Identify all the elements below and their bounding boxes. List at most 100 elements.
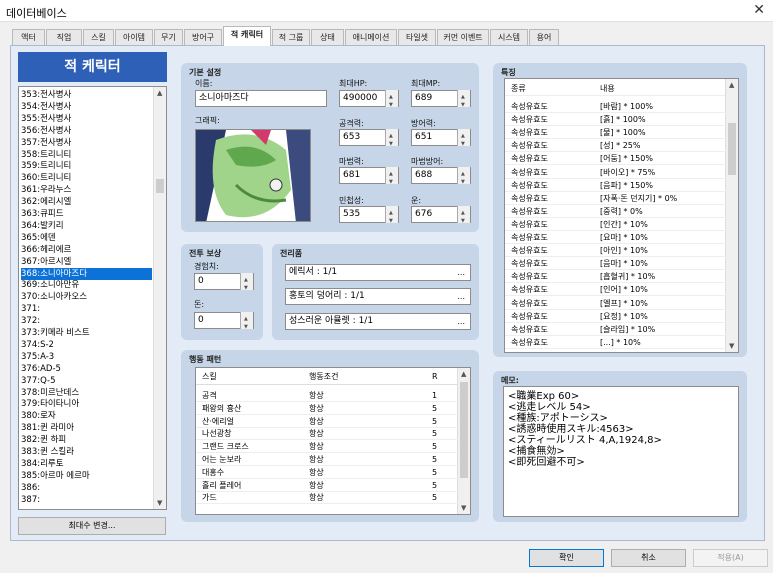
enemy-list-item[interactable]: 361:우라누스 [21, 184, 71, 196]
traits-list-scrollbar[interactable]: ▲ ▼ [725, 79, 738, 352]
enemy-list-item[interactable]: 368:소니아마즈다 [21, 267, 152, 280]
apply-button[interactable]: 적용(A) [693, 549, 768, 567]
trait-row[interactable]: 속성유효도 [자폭·돈 던지기] * 0% [505, 193, 726, 205]
drop-item-1-more-icon[interactable]: ... [457, 265, 465, 280]
maxmp-spinner[interactable] [457, 90, 470, 113]
tab-2[interactable]: 스킬 [83, 29, 114, 45]
enemy-list-item[interactable]: 375:A-3 [21, 351, 54, 363]
drop-item-1[interactable]: 에릭서 : 1/1... [285, 264, 471, 281]
maxhp-field[interactable]: 490000 [339, 90, 399, 113]
drop-item-2-more-icon[interactable]: ... [457, 289, 465, 304]
enemy-list-item[interactable]: 378:미르난데스 [21, 387, 79, 399]
atk-spinner[interactable] [385, 129, 398, 152]
trait-row[interactable]: 속성유효도 [인어] * 10% [505, 284, 726, 297]
mat-field[interactable]: 681 [339, 167, 399, 190]
enemy-list-item[interactable]: 363:큐피드 [21, 208, 64, 220]
enemy-list-item[interactable]: 377:Q-5 [21, 375, 56, 387]
trait-row[interactable]: 속성유효도 [요정] * 10% [505, 311, 726, 323]
tab-7[interactable]: 적 그룹 [272, 29, 310, 45]
enemy-list-item[interactable]: 385:아르마 에르마 [21, 470, 90, 482]
action-row[interactable]: 홀리 플레어 항상 5 [196, 480, 458, 492]
action-row[interactable]: 공격 항상 1 [196, 390, 458, 402]
enemy-list-item[interactable]: 354:전사병사 [21, 101, 71, 113]
tab-3[interactable]: 아이템 [115, 29, 153, 45]
ok-button[interactable]: 확인 [529, 549, 604, 567]
action-list[interactable]: 스킬 행동조건 R ▲ ▼ 공격 항상 1 패왕의 흉산 항상 5 산·에리얼 항상 5 나선광창… [195, 367, 471, 515]
gold-field[interactable]: 0 [194, 312, 254, 335]
enemy-list-item[interactable]: 369:소니아만유 [21, 279, 79, 291]
memo-textarea[interactable]: <職業Exp 60> <逃走レベル 54> <種族:アポトーシス> <誘惑時使用スキル… [503, 386, 739, 517]
enemy-list-item[interactable]: 357:전사병사 [21, 137, 71, 149]
gold-spinner[interactable] [240, 312, 253, 335]
enemy-list-item[interactable]: 364:발키리 [21, 220, 64, 232]
action-row[interactable]: 그랜드 크로스 항상 5 [196, 441, 458, 454]
drop-item-3[interactable]: 성스러운 아뮬렛 : 1/1... [285, 313, 471, 330]
scroll-up-icon[interactable]: ▲ [729, 81, 734, 89]
enemy-list-item[interactable]: 359:트리니티 [21, 160, 71, 172]
def-spinner[interactable] [457, 129, 470, 152]
tab-8[interactable]: 상태 [311, 29, 344, 45]
enemy-list-item[interactable]: 366:헤리에르 [21, 244, 71, 256]
action-row[interactable]: 산·에리얼 항상 5 [196, 416, 458, 428]
enemy-list-item[interactable]: 356:전사병사 [21, 125, 71, 137]
tab-13[interactable]: 용어 [529, 29, 559, 45]
trait-row[interactable]: 속성유효도 [흙] * 100% [505, 114, 726, 127]
trait-row[interactable]: 속성유효도 [음파] * 150% [505, 180, 726, 192]
trait-row[interactable]: 속성유효도 [어둠] * 150% [505, 153, 726, 166]
tab-9[interactable]: 애니메이션 [345, 29, 397, 45]
trait-row[interactable]: 속성유효도 [엘프] * 10% [505, 298, 726, 310]
action-row[interactable]: 대홍수 항상 5 [196, 467, 458, 479]
agi-spinner[interactable] [385, 206, 398, 229]
enemy-list-item[interactable]: 360:트리니티 [21, 172, 71, 184]
traits-list[interactable]: 종류 내용 ▲ ▼ 속성유효도 [바람] * 100% 속성유효도 [흙] * 100… [504, 78, 739, 353]
scroll-thumb[interactable] [728, 123, 736, 175]
exp-field[interactable]: 0 [194, 273, 254, 296]
drop-item-2[interactable]: 홍토의 덩어리 : 1/1... [285, 288, 471, 305]
scroll-down-icon[interactable]: ▼ [729, 342, 734, 350]
trait-row[interactable]: 속성유효도 [중력] * 0% [505, 206, 726, 218]
enemy-list-item[interactable]: 358:트리니티 [21, 149, 71, 161]
tab-12[interactable]: 시스템 [490, 29, 528, 45]
tab-4[interactable]: 무기 [154, 29, 183, 45]
mdf-spinner[interactable] [457, 167, 470, 190]
action-list-scrollbar[interactable]: ▲ ▼ [457, 368, 470, 514]
enemy-list-item[interactable]: 373:키메라 비스트 [21, 327, 90, 339]
action-row[interactable]: 어는 눈보라 항상 5 [196, 454, 458, 466]
scroll-down-icon[interactable]: ▼ [461, 504, 466, 512]
scroll-up-icon[interactable]: ▲ [461, 370, 466, 378]
enemy-list-item[interactable]: 379:타이타니아 [21, 398, 79, 410]
enemy-list-scrollbar[interactable]: ▲ ▼ [153, 87, 166, 509]
action-row[interactable]: 나선광창 항상 5 [196, 428, 458, 441]
tab-1[interactable]: 직업 [46, 29, 82, 45]
luk-spinner[interactable] [457, 206, 470, 229]
tab-11[interactable]: 커먼 이벤트 [437, 29, 489, 45]
mat-spinner[interactable] [385, 167, 398, 190]
trait-row[interactable]: 속성유효도 [성] * 25% [505, 140, 726, 153]
trait-row[interactable]: 속성유효도 [음마] * 10% [505, 258, 726, 271]
enemy-list-item[interactable]: 362:에리시엘 [21, 196, 71, 208]
trait-row[interactable]: 속성유효도 [아인] * 10% [505, 245, 726, 258]
luk-field[interactable]: 676 [411, 206, 471, 229]
name-field[interactable]: 소니아마즈다 [195, 90, 327, 107]
trait-row[interactable]: 속성유효도 [인간] * 10% [505, 219, 726, 231]
trait-row[interactable]: 속성유효도 [바람] * 100% [505, 101, 726, 113]
enemy-list-item[interactable]: 371: [21, 303, 40, 315]
enemy-list-item[interactable]: 384:리루토 [21, 458, 64, 470]
trait-row[interactable]: 속성유효도 [슬라임] * 10% [505, 324, 726, 336]
mdf-field[interactable]: 688 [411, 167, 471, 190]
enemy-list-item[interactable]: 353:전사병사 [21, 89, 71, 101]
close-icon[interactable]: ✕ [753, 2, 765, 18]
enemy-list-item[interactable]: 355:전사병사 [21, 113, 71, 125]
tab-10[interactable]: 타일셋 [398, 29, 436, 45]
enemy-list-item[interactable]: 387: [21, 494, 40, 506]
action-row[interactable]: 가드 항상 5 [196, 492, 458, 505]
enemy-list-item[interactable]: 383:퀸 스킬라 [21, 446, 74, 458]
enemy-list-item[interactable]: 374:S-2 [21, 339, 54, 351]
scroll-up-icon[interactable]: ▲ [157, 89, 162, 97]
enemy-list-item[interactable]: 372: [21, 315, 40, 327]
enemy-list[interactable]: ▲ ▼ 353:전사병사 354:전사병사 355:전사병사 356:전사병사 357:… [18, 86, 167, 510]
trait-row[interactable]: 속성유효도 [흡혈귀] * 10% [505, 271, 726, 284]
cancel-button[interactable]: 취소 [611, 549, 686, 567]
change-max-button[interactable]: 최대수 변경... [18, 517, 166, 535]
tab-5[interactable]: 방어구 [184, 29, 222, 45]
